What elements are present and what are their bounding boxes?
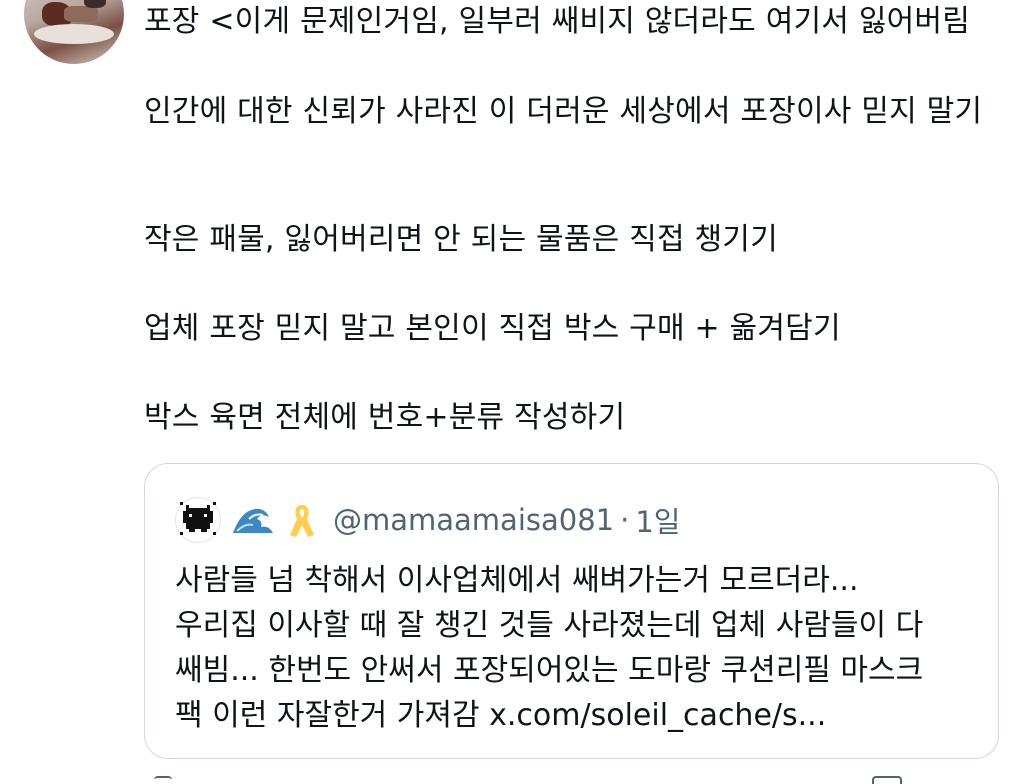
pixel-cat-icon[interactable] — [175, 497, 221, 543]
bookmark-icon[interactable] — [872, 776, 902, 784]
wave-emoji-icon — [233, 508, 273, 533]
quoted-tweet-header: @mamaamaisa081 · 1일 — [175, 497, 680, 543]
quoted-tweet-line: 팩 이런 자잘한거 가져감 x.com/soleil_cache/s... — [175, 698, 827, 733]
tweet-paragraph: 작은 패물, 잃어버리면 안 되는 물품은 직접 챙기기 — [144, 222, 778, 257]
tweet: 포장 <이게 문제인거임, 일부러 쌔비지 않더라도 여기서 잃어버림 인간에 … — [0, 0, 1024, 784]
separator-dot: · — [620, 503, 630, 537]
tweet-paragraph: 인간에 대한 신뢰가 사라진 이 더러운 세상에서 포장이사 믿지 말기 — [144, 94, 983, 129]
tweet-paragraph: 업체 포장 믿지 말고 본인이 직접 박스 구매 + 옮겨담기 — [144, 311, 841, 346]
quoted-tweet-line: 우리집 이사할 때 잘 챙긴 것들 사라졌는데 업체 사람들이 다 — [175, 608, 924, 643]
reply-icon[interactable] — [154, 776, 172, 784]
quoted-tweet-card[interactable]: @mamaamaisa081 · 1일 사람들 넘 착해서 이사업체에서 쌔벼가… — [144, 463, 999, 759]
quoted-tweet-line: 쌔빔... 한번도 안써서 포장되어있는 도마랑 쿠션리필 마스크 — [175, 653, 924, 688]
quoted-tweet-handle[interactable]: @mamaamaisa081 — [333, 503, 614, 537]
quoted-tweet-time[interactable]: 1일 — [635, 499, 680, 541]
tweet-paragraph: 박스 육면 전체에 번호+분류 작성하기 — [144, 400, 626, 435]
yellow-ribbon-icon — [290, 505, 314, 537]
action-bar — [144, 776, 999, 784]
user-avatar[interactable] — [24, 0, 124, 64]
quoted-tweet-text: 사람들 넘 착해서 이사업체에서 쌔벼가는거 모르더라... 우리집 이사할 때… — [175, 558, 975, 738]
quoted-tweet-line: 사람들 넘 착해서 이사업체에서 쌔벼가는거 모르더라... — [175, 563, 859, 598]
tweet-paragraph: 포장 <이게 문제인거임, 일부러 쌔비지 않더라도 여기서 잃어버림 — [144, 4, 971, 39]
